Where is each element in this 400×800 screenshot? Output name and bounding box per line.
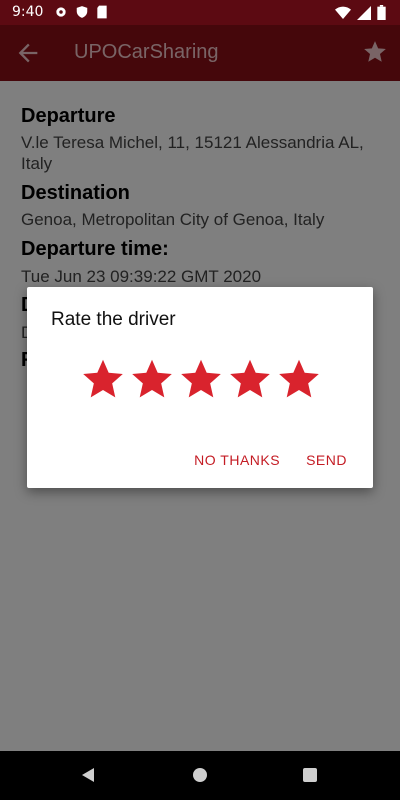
nav-home-icon[interactable]: [193, 768, 207, 782]
rating-star-icon[interactable]: [228, 357, 272, 401]
rate-driver-dialog: Rate the driver NO THANKS SEND: [27, 287, 373, 488]
nav-back-icon[interactable]: [80, 767, 96, 783]
signal-icon: [357, 5, 371, 20]
status-time: 9:40: [12, 4, 44, 20]
status-bar: 9:40: [0, 0, 400, 25]
shield-icon: [76, 6, 88, 18]
rating-star-icon[interactable]: [81, 357, 125, 401]
settings-icon: [56, 7, 66, 17]
rating-star-icon[interactable]: [277, 357, 321, 401]
wifi-icon: [335, 6, 351, 19]
battery-icon: [377, 5, 386, 20]
nav-recents-icon[interactable]: [303, 768, 317, 782]
rating-bar[interactable]: [81, 357, 321, 401]
navigation-bar: [0, 751, 400, 800]
rating-star-icon[interactable]: [130, 357, 174, 401]
no-thanks-button[interactable]: NO THANKS: [194, 452, 280, 468]
dialog-title: Rate the driver: [51, 309, 176, 330]
rating-star-icon[interactable]: [179, 357, 223, 401]
sd-card-icon: [97, 5, 107, 19]
send-button[interactable]: SEND: [306, 452, 347, 468]
